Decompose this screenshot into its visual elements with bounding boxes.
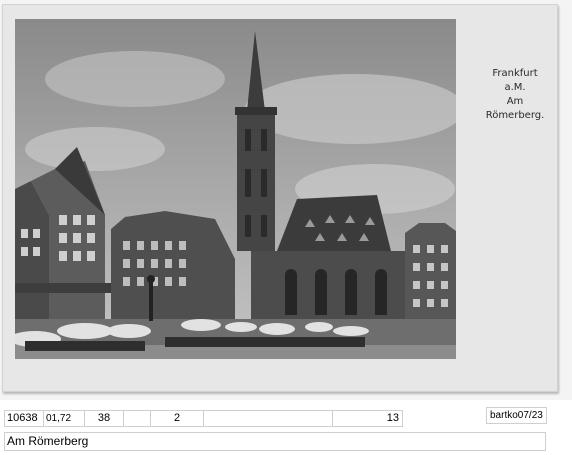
- record-count-field[interactable]: 2: [150, 410, 203, 427]
- caption-line-2: a.M.: [504, 82, 526, 93]
- record-code-field[interactable]: 01,72: [43, 410, 84, 427]
- record-id-field[interactable]: 10638: [4, 410, 43, 427]
- record-page-field[interactable]: 13: [332, 410, 403, 427]
- signature-field[interactable]: bartko07/23: [486, 407, 547, 424]
- scan-area: Frankfurt a.M. Am Römerberg.: [0, 0, 572, 400]
- record-empty-field[interactable]: [123, 410, 150, 427]
- postcard: Frankfurt a.M. Am Römerberg.: [2, 4, 558, 392]
- caption-line-1: Frankfurt: [492, 68, 538, 79]
- record-blank-field[interactable]: [203, 410, 332, 427]
- record-number-field[interactable]: 38: [84, 410, 123, 427]
- postcard-photo: [15, 19, 456, 359]
- postcard-caption: Frankfurt a.M. Am Römerberg.: [475, 67, 555, 123]
- caption-line-3: Am: [506, 96, 524, 107]
- record-fields-row: 10638 01,72 38 2 13: [4, 410, 403, 427]
- caption-line-4: Römerberg.: [485, 110, 545, 121]
- title-field[interactable]: Am Römerberg: [4, 432, 546, 451]
